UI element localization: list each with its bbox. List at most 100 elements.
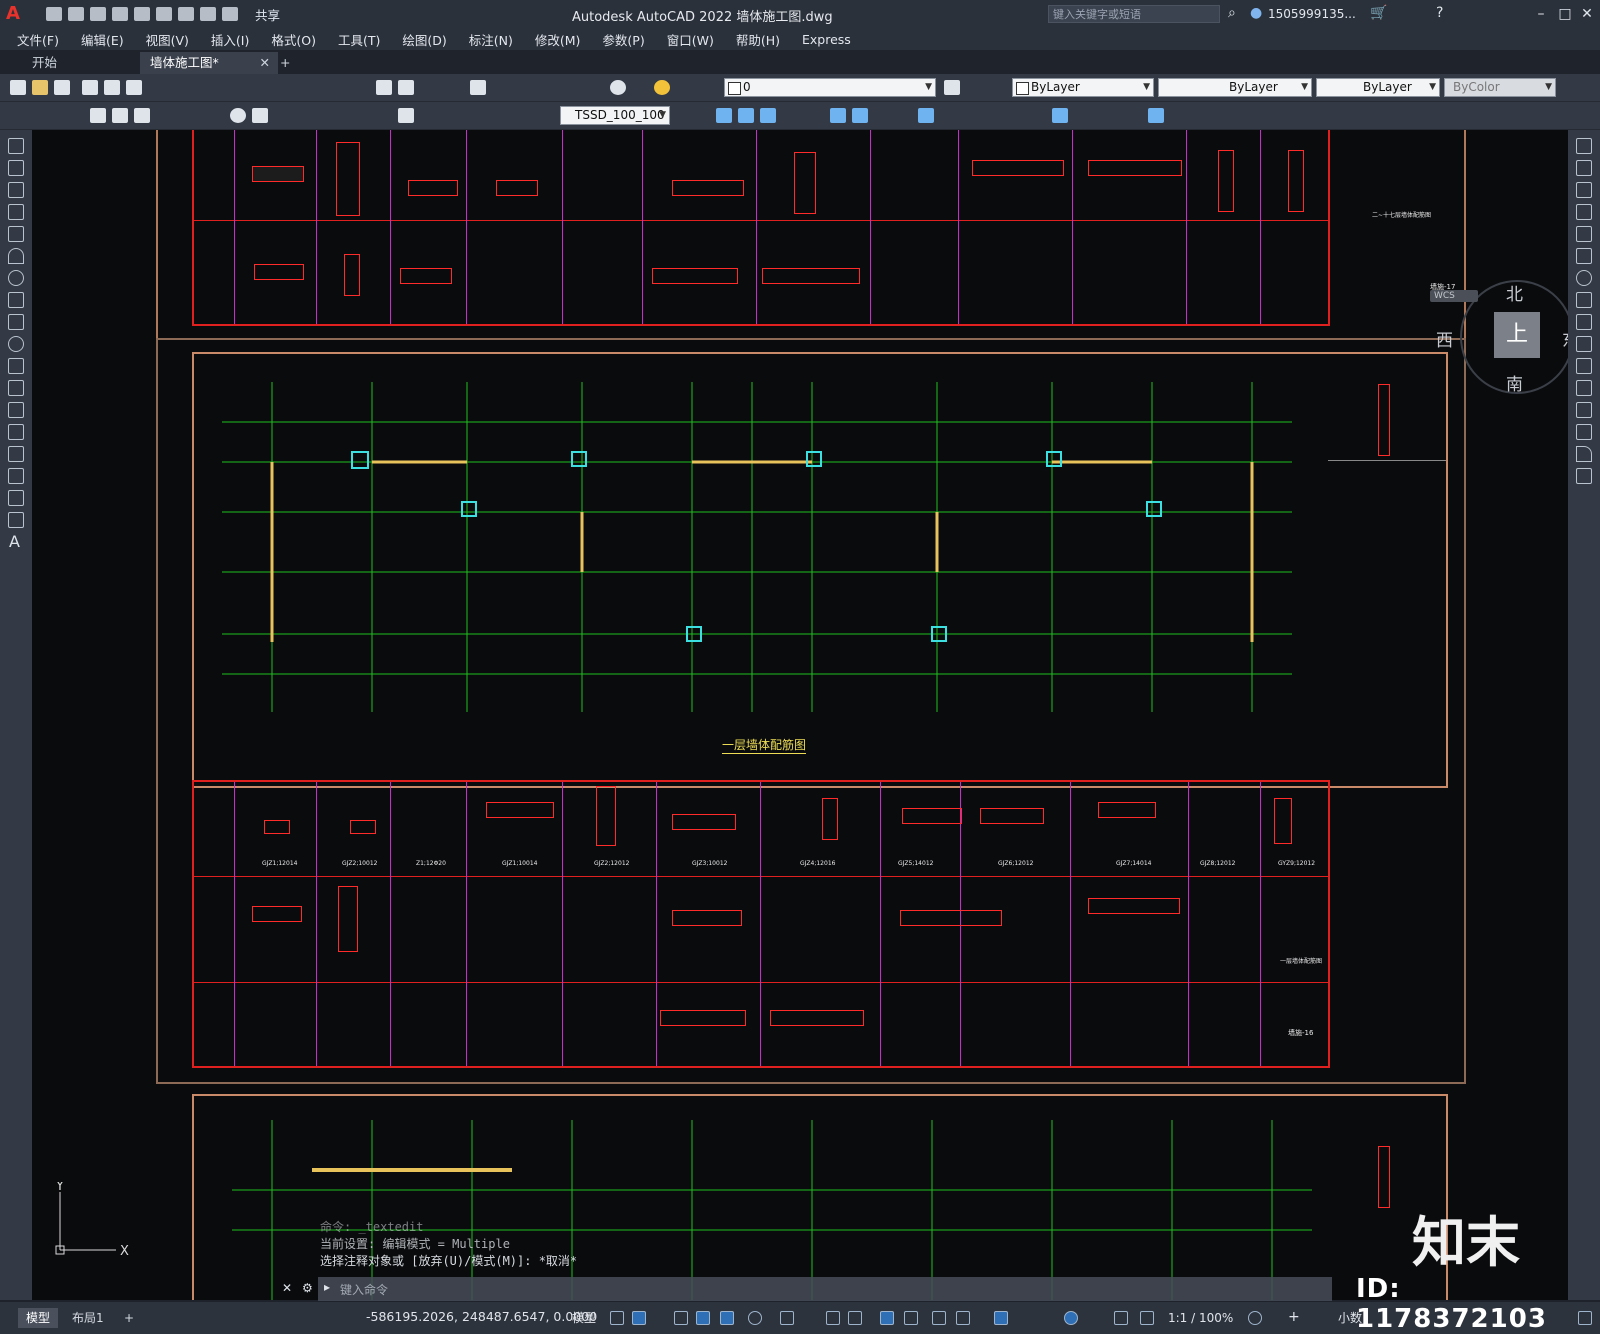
save-icon[interactable] bbox=[90, 7, 106, 21]
search-input[interactable]: 键入关键字或短语 bbox=[1048, 5, 1220, 23]
layer-properties-icon[interactable] bbox=[944, 80, 960, 95]
web-save-icon[interactable] bbox=[156, 7, 172, 21]
dynamic-input-icon[interactable] bbox=[848, 1311, 862, 1325]
linear-dim-icon[interactable] bbox=[90, 108, 106, 123]
preview-icon[interactable] bbox=[104, 80, 120, 95]
insert-block-icon[interactable] bbox=[8, 380, 24, 396]
tab-layout1[interactable]: 布局1 bbox=[64, 1308, 112, 1328]
wcs-menu[interactable]: WCS bbox=[1430, 290, 1478, 302]
offset-object-icon[interactable] bbox=[1576, 204, 1592, 220]
move-icon[interactable] bbox=[716, 108, 732, 123]
mtext-icon[interactable]: A bbox=[9, 532, 20, 551]
region-icon[interactable] bbox=[8, 490, 24, 506]
viewcube-top-face[interactable]: 上 bbox=[1494, 312, 1540, 358]
add-layout-button[interactable]: + bbox=[116, 1308, 142, 1328]
qnew-icon[interactable] bbox=[10, 80, 26, 95]
menu-file[interactable]: 文件(F) bbox=[6, 30, 70, 49]
menu-edit[interactable]: 编辑(E) bbox=[70, 30, 135, 49]
tab-model[interactable]: 模型 bbox=[18, 1308, 59, 1328]
pan-icon[interactable] bbox=[376, 80, 392, 95]
fillet-icon[interactable] bbox=[1576, 446, 1592, 462]
mirror-object-icon[interactable] bbox=[1576, 182, 1592, 198]
add-icon[interactable]: + bbox=[1288, 1310, 1302, 1325]
angular-dim-icon[interactable] bbox=[252, 108, 268, 123]
help-icon[interactable]: ? bbox=[1436, 5, 1443, 21]
cart-icon[interactable]: 🛒 bbox=[1370, 5, 1387, 21]
menu-parametric[interactable]: 参数(P) bbox=[591, 30, 655, 49]
copy-object-icon[interactable] bbox=[1576, 160, 1592, 176]
layer-on-icon[interactable] bbox=[654, 80, 670, 95]
tab-start[interactable]: 开始 bbox=[22, 52, 67, 74]
minimize-button[interactable]: – bbox=[1532, 5, 1550, 23]
point-icon[interactable] bbox=[8, 424, 24, 440]
command-customize-icon[interactable]: ⚙ bbox=[302, 1281, 313, 1295]
selection-cycling-icon[interactable] bbox=[932, 1311, 946, 1325]
menu-draw[interactable]: 绘图(D) bbox=[391, 30, 457, 49]
move-object-icon[interactable] bbox=[1576, 248, 1592, 264]
mirror-icon[interactable] bbox=[760, 108, 776, 123]
maximize-button[interactable]: □ bbox=[1556, 5, 1574, 23]
ellipse-icon[interactable] bbox=[8, 336, 24, 352]
command-input[interactable]: 键入命令 bbox=[340, 1281, 388, 1298]
make-block-icon[interactable] bbox=[8, 402, 24, 418]
rotate-icon[interactable] bbox=[918, 108, 934, 123]
workspace-icon[interactable] bbox=[1064, 1311, 1078, 1325]
transparency-icon[interactable] bbox=[904, 1311, 918, 1325]
autoscale-icon[interactable] bbox=[1140, 1311, 1154, 1325]
annotation-scale[interactable]: 1:1 / 100% bbox=[1160, 1308, 1241, 1328]
annotation-monitor-icon[interactable] bbox=[994, 1311, 1008, 1325]
help-icon-tb[interactable] bbox=[610, 80, 626, 95]
tolerance-icon[interactable] bbox=[398, 108, 414, 123]
properties-icon[interactable] bbox=[470, 80, 486, 95]
offset-icon[interactable] bbox=[830, 108, 846, 123]
menu-format[interactable]: 格式(O) bbox=[260, 30, 327, 49]
stretch-icon[interactable] bbox=[1576, 314, 1592, 330]
explode-icon[interactable] bbox=[1148, 108, 1164, 123]
lineweight-combo[interactable]: ByLayer ▼ bbox=[1316, 78, 1440, 97]
viewcube-north[interactable]: 北 bbox=[1506, 280, 1523, 305]
gradient-icon[interactable] bbox=[8, 468, 24, 484]
color-combo[interactable]: ByLayer ▼ bbox=[1012, 78, 1154, 97]
rectangle-icon[interactable] bbox=[8, 226, 24, 242]
isodraft-icon[interactable] bbox=[748, 1311, 762, 1325]
menu-help[interactable]: 帮助(H) bbox=[725, 30, 791, 49]
dynucs-icon[interactable] bbox=[826, 1311, 840, 1325]
new-tab-button[interactable]: + bbox=[270, 52, 300, 74]
close-command-icon[interactable]: ✕ bbox=[282, 1281, 292, 1295]
snap-icon[interactable] bbox=[632, 1311, 646, 1325]
user-name[interactable]: 1505999135... bbox=[1268, 7, 1356, 21]
new-file-icon[interactable] bbox=[46, 7, 62, 21]
command-line[interactable]: ✕ ⚙ ▸ 键入命令 bbox=[282, 1277, 1332, 1301]
polyline-icon[interactable] bbox=[8, 182, 24, 198]
search-icon[interactable]: ⌕ bbox=[1228, 5, 1236, 21]
revcloud-icon[interactable] bbox=[8, 292, 24, 308]
scale-icon[interactable] bbox=[1576, 292, 1592, 308]
circle-icon[interactable] bbox=[8, 270, 24, 286]
layer-combo[interactable]: 0 ▼ bbox=[724, 78, 936, 97]
settings-icon[interactable] bbox=[1248, 1311, 1262, 1325]
trim-icon[interactable] bbox=[1052, 108, 1068, 123]
menu-insert[interactable]: 插入(I) bbox=[200, 30, 260, 49]
annotation-visibility-icon[interactable] bbox=[1114, 1311, 1128, 1325]
menu-view[interactable]: 视图(V) bbox=[135, 30, 200, 49]
open-icon[interactable] bbox=[32, 80, 48, 95]
polygon-icon[interactable] bbox=[8, 204, 24, 220]
menu-dimension[interactable]: 标注(N) bbox=[458, 30, 524, 49]
viewcube-west[interactable]: 西 bbox=[1436, 326, 1453, 351]
close-tab-icon[interactable]: ✕ bbox=[260, 52, 270, 74]
save-icon-tb[interactable] bbox=[54, 80, 70, 95]
rotate-object-icon[interactable] bbox=[1576, 270, 1592, 286]
undo-icon[interactable] bbox=[200, 7, 216, 21]
menu-express[interactable]: Express bbox=[791, 32, 862, 47]
trim-object-icon[interactable] bbox=[1576, 336, 1592, 352]
lineweight-icon[interactable] bbox=[880, 1311, 894, 1325]
user-icon[interactable]: ● bbox=[1250, 5, 1262, 21]
spline-icon[interactable] bbox=[8, 314, 24, 330]
web-mobile-icon[interactable] bbox=[134, 7, 150, 21]
aligned-dim-icon[interactable] bbox=[112, 108, 128, 123]
explode-object-icon[interactable] bbox=[1576, 468, 1592, 484]
arc-icon[interactable] bbox=[8, 248, 24, 264]
menu-modify[interactable]: 修改(M) bbox=[524, 30, 592, 49]
drawing-canvas[interactable]: 墙施-17 二~十七层墙体配筋图 一层墙体配筋图 墙施-16 一层墙体配筋图 G… bbox=[32, 130, 1568, 1300]
erase-icon[interactable] bbox=[1576, 138, 1592, 154]
